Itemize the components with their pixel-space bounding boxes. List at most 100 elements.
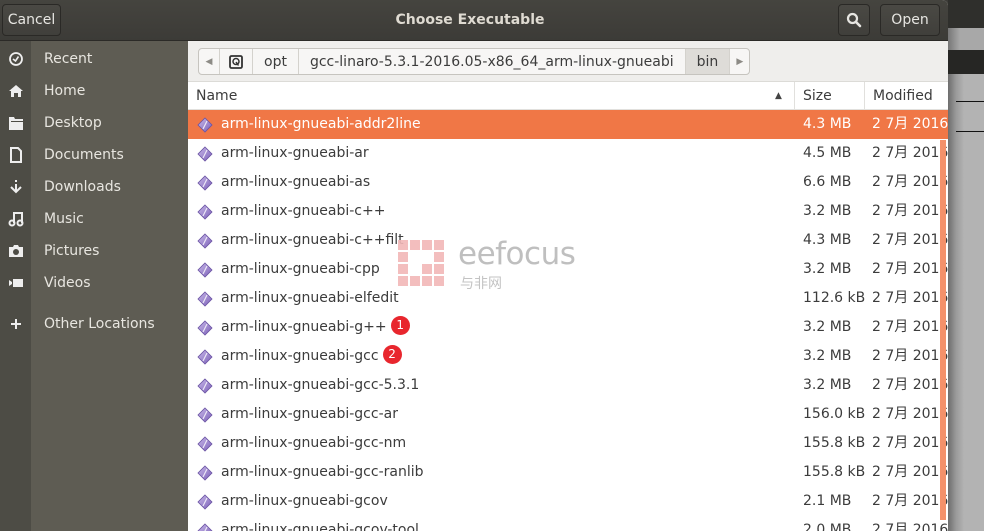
file-name: arm-linux-gnueabi-c++filt <box>221 226 404 255</box>
sidebar-item-downloads[interactable]: Downloads <box>0 171 188 203</box>
file-name-text: arm-linux-gnueabi-ar <box>221 145 369 161</box>
file-row[interactable]: arm-linux-gnueabi-gcc-ar 156.0 kB 2 7月 201… <box>188 400 948 429</box>
file-name-text: arm-linux-gnueabi-gcc-nm <box>221 435 407 451</box>
file-modified: 2 7月 2016 <box>872 203 948 219</box>
executable-file-icon <box>196 319 214 337</box>
file-size: 4.3 MB <box>803 232 852 248</box>
folder-icon <box>8 117 23 130</box>
path-segment-opt[interactable]: opt <box>252 49 298 74</box>
file-row[interactable]: arm-linux-gnueabi-gcc 2 3.2 MB 2 7月 2016 <box>188 342 948 371</box>
download-icon <box>9 180 22 194</box>
file-name: arm-linux-gnueabi-gcov <box>221 487 388 516</box>
header-bar: Choose Executable Cancel Open <box>0 0 948 41</box>
sidebar-item-videos[interactable]: Videos <box>0 267 188 299</box>
search-button[interactable] <box>838 4 870 36</box>
file-name: arm-linux-gnueabi-g++ 1 <box>221 313 410 342</box>
file-modified: 2 7月 2016 <box>872 232 948 248</box>
file-name-text: arm-linux-gnueabi-gcov-tool <box>221 522 419 531</box>
file-modified: 2 7月 2016 <box>872 522 948 531</box>
cancel-button[interactable]: Cancel <box>2 4 61 36</box>
file-size: 155.8 kB <box>803 435 866 451</box>
column-modified-header[interactable]: Modified <box>864 82 948 110</box>
file-name-text: arm-linux-gnueabi-g++ <box>221 319 387 335</box>
file-row[interactable]: arm-linux-gnueabi-ar 4.5 MB 2 7月 2016 <box>188 139 948 168</box>
dialog-title: Choose Executable <box>395 12 545 28</box>
file-name: arm-linux-gnueabi-c++ <box>221 197 385 226</box>
open-button[interactable]: Open <box>880 4 940 36</box>
annotation-badge: 2 <box>382 344 402 364</box>
executable-file-icon <box>196 348 214 366</box>
file-name-text: arm-linux-gnueabi-gcc-ar <box>221 406 398 422</box>
file-name: arm-linux-gnueabi-gcc-ar <box>221 400 398 429</box>
file-row[interactable]: arm-linux-gnueabi-c++filt 4.3 MB 2 7月 2016 <box>188 226 948 255</box>
path-segment-bin[interactable]: bin <box>684 49 730 74</box>
file-name-text: arm-linux-gnueabi-gcc-ranlib <box>221 464 424 480</box>
file-name-text: arm-linux-gnueabi-addr2line <box>221 116 421 132</box>
location-bar: ◀ opt gcc-linaro-5.3.1-2016.05-x86_64_ar… <box>188 41 948 82</box>
sidebar-item-label: Recent <box>44 51 93 67</box>
executable-file-icon <box>196 493 214 511</box>
sidebar-item-documents[interactable]: Documents <box>0 139 188 171</box>
file-row[interactable]: arm-linux-gnueabi-gcov-tool 2.0 MB 2 7月 20… <box>188 516 948 531</box>
camera-icon <box>8 245 23 257</box>
video-icon <box>8 279 23 287</box>
sidebar-item-label: Home <box>44 83 86 99</box>
file-name: arm-linux-gnueabi-ar <box>221 139 369 168</box>
file-name-text: arm-linux-gnueabi-gcov <box>221 493 388 509</box>
sidebar-item-home[interactable]: Home <box>0 75 188 107</box>
file-row[interactable]: arm-linux-gnueabi-gcc-5.3.1 3.2 MB 2 7月 20… <box>188 371 948 400</box>
file-row[interactable]: arm-linux-gnueabi-gcov 2.1 MB 2 7月 2016 <box>188 487 948 516</box>
column-size-header[interactable]: Size <box>794 82 864 110</box>
vertical-scrollbar[interactable] <box>940 110 946 531</box>
file-row[interactable]: arm-linux-gnueabi-gcc-ranlib 155.8 kB 2 7月… <box>188 458 948 487</box>
executable-file-icon <box>196 232 214 250</box>
scrollbar-thumb[interactable] <box>940 140 946 520</box>
file-modified: 2 7月 2016 <box>872 348 948 364</box>
sidebar-item-label: Desktop <box>44 115 102 131</box>
background-desktop <box>948 0 984 531</box>
clock-icon <box>8 52 23 66</box>
file-row[interactable]: arm-linux-gnueabi-gcc-nm 155.8 kB 2 7月 201… <box>188 429 948 458</box>
disk-icon <box>229 54 243 69</box>
path-bar: ◀ opt gcc-linaro-5.3.1-2016.05-x86_64_ar… <box>198 48 751 75</box>
file-size: 3.2 MB <box>803 319 852 335</box>
file-size: 2.1 MB <box>803 493 852 509</box>
sidebar-item-recent[interactable]: Recent <box>0 43 188 75</box>
sidebar-item-music[interactable]: Music <box>0 203 188 235</box>
path-scroll-left-button[interactable]: ◀ <box>199 49 219 74</box>
column-name-header[interactable]: Name <box>196 82 237 110</box>
file-browser: ◀ opt gcc-linaro-5.3.1-2016.05-x86_64_ar… <box>188 41 948 531</box>
file-row[interactable]: arm-linux-gnueabi-elfedit 112.6 kB 2 7月 20… <box>188 284 948 313</box>
sidebar-item-desktop[interactable]: Desktop <box>0 107 188 139</box>
file-row[interactable]: arm-linux-gnueabi-cpp 3.2 MB 2 7月 2016 <box>188 255 948 284</box>
sidebar-item-pictures[interactable]: Pictures <box>0 235 188 267</box>
executable-file-icon <box>196 174 214 192</box>
plus-icon <box>10 319 21 329</box>
path-segment-gcc-linaro[interactable]: gcc-linaro-5.3.1-2016.05-x86_64_arm-linu… <box>297 49 685 74</box>
sort-ascending-icon: ▲ <box>775 91 782 101</box>
file-size: 3.2 MB <box>803 261 852 277</box>
executable-file-icon <box>196 377 214 395</box>
file-modified: 2 7月 2016 <box>872 406 948 422</box>
file-name-text: arm-linux-gnueabi-gcc <box>221 348 379 364</box>
sidebar-item-other-locations[interactable]: Other Locations <box>0 308 188 340</box>
executable-file-icon <box>196 435 214 453</box>
file-name: arm-linux-gnueabi-addr2line <box>221 110 421 139</box>
file-size: 156.0 kB <box>803 406 866 422</box>
file-name: arm-linux-gnueabi-elfedit <box>221 284 399 313</box>
file-size: 3.2 MB <box>803 348 852 364</box>
file-row[interactable]: arm-linux-gnueabi-c++ 3.2 MB 2 7月 2016 <box>188 197 948 226</box>
file-name: arm-linux-gnueabi-as <box>221 168 370 197</box>
file-row[interactable]: arm-linux-gnueabi-g++ 1 3.2 MB 2 7月 2016 <box>188 313 948 342</box>
file-row[interactable]: arm-linux-gnueabi-as 6.6 MB 2 7月 2016 <box>188 168 948 197</box>
sidebar-item-label: Pictures <box>44 243 100 259</box>
executable-file-icon <box>196 203 214 221</box>
file-name: arm-linux-gnueabi-gcc-5.3.1 <box>221 371 419 400</box>
file-row[interactable]: arm-linux-gnueabi-addr2line 4.3 MB 2 7月 20… <box>188 110 948 139</box>
file-name: arm-linux-gnueabi-gcov-tool <box>221 516 419 531</box>
file-size: 3.2 MB <box>803 203 852 219</box>
path-scroll-right-button[interactable]: ▶ <box>729 49 749 74</box>
path-root-button[interactable] <box>219 49 252 74</box>
file-size: 3.2 MB <box>803 377 852 393</box>
file-modified: 2 7月 2016 <box>872 319 948 335</box>
